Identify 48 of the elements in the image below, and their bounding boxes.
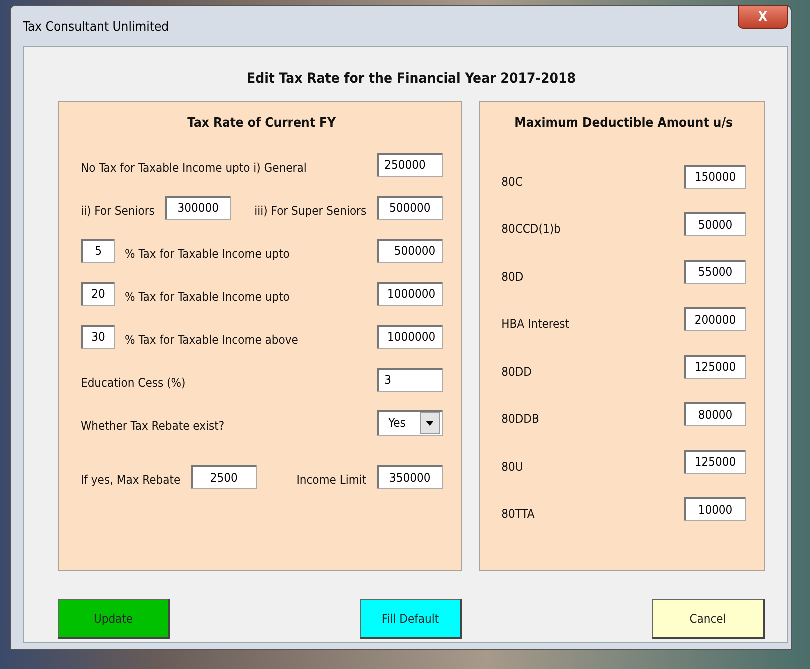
input-field[interactable]: 150000 [684,164,746,189]
field-label: HBA Interest [502,316,571,332]
field-label: % Tax for Taxable Income upto [125,288,291,304]
input-field[interactable]: 300000 [164,196,231,220]
input-field[interactable]: 250000 [376,152,443,176]
action-button[interactable]: Update [58,599,170,639]
field-label: 80C [502,174,524,189]
field-label: 80U [502,458,524,474]
field-label: 80CCD(1)b [502,221,562,236]
input-field[interactable]: 5 [81,238,115,262]
input-field[interactable]: 200000 [684,307,746,332]
field-label: If yes, Max Rebate [81,472,181,487]
action-button[interactable]: Fill Default [360,599,462,639]
dialog-heading: Edit Tax Rate for the Financial Year 2017-2018 [246,71,578,87]
input-field[interactable]: 500000 [376,238,443,262]
field-label: Education Cess (%) [81,374,187,390]
input-field[interactable]: 80000 [684,402,746,426]
window-title: Tax Consultant Unlimited [23,20,170,35]
field-label: % Tax for Taxable Income above [125,332,300,346]
dropdown[interactable]: Yes [376,410,443,436]
dropdown-arrow-icon [426,420,434,426]
panel-title: Maximum Deductible Amount u/s [514,116,734,131]
field-label: 80DDB [502,411,540,426]
input-field[interactable]: 2500 [190,465,257,489]
field-label: 80DD [502,364,533,379]
field-label: 80TTA [502,506,536,522]
input-field[interactable]: 1000000 [376,324,443,348]
field-label: iii) For Super Seniors [254,202,367,218]
input-field[interactable]: 1000000 [376,282,443,306]
input-field[interactable]: 500000 [376,196,443,220]
action-button[interactable]: Cancel [652,599,765,639]
field-label: Whether Tax Rebate exist? [81,418,226,432]
field-label: 80D [502,268,525,284]
input-field[interactable]: 3 [376,368,443,392]
input-field[interactable]: 30 [81,324,115,348]
input-field[interactable]: 125000 [684,450,746,474]
field-label: ii) For Seniors [81,202,155,218]
panel-title: Tax Rate of Current FY [186,116,337,131]
input-field[interactable]: 50000 [684,212,746,236]
input-field[interactable]: 350000 [376,465,443,489]
input-field[interactable]: 125000 [684,354,746,379]
field-label: % Tax for Taxable Income upto [125,246,291,260]
close-button[interactable]: X [738,5,788,29]
input-field[interactable]: 55000 [684,260,746,284]
input-field[interactable]: 20 [81,282,115,306]
input-field[interactable]: 10000 [684,497,746,522]
field-label: No Tax for Taxable Income upto i) General [81,160,308,174]
field-label: Income Limit [296,472,367,487]
